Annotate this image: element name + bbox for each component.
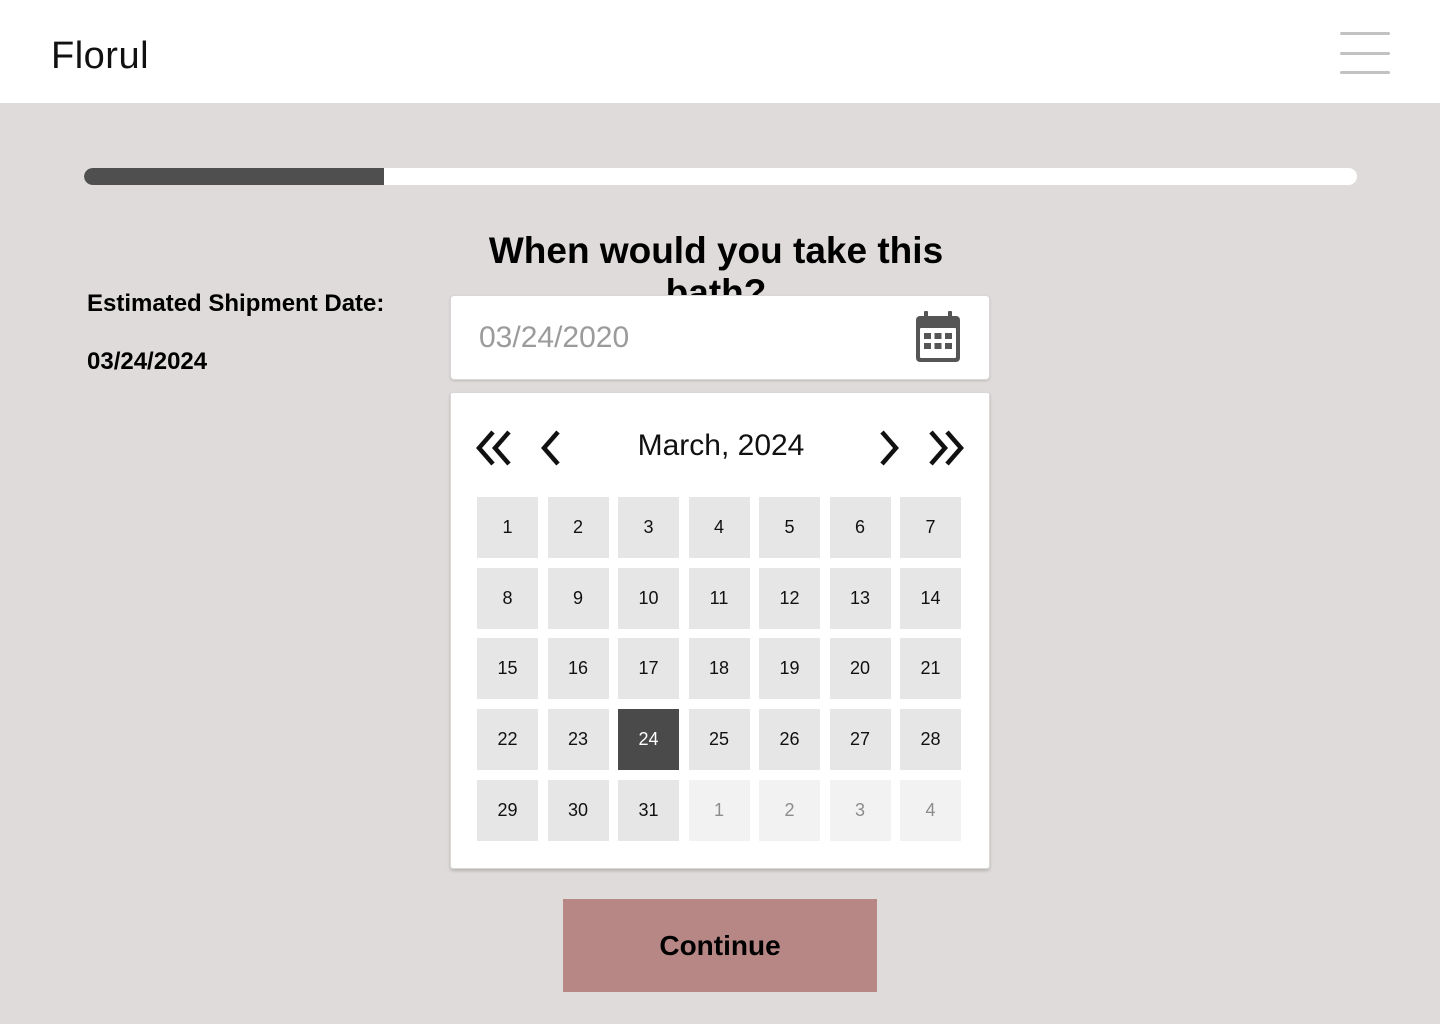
calendar-day[interactable]: 14 [900, 567, 961, 629]
chevron-right-icon[interactable] [865, 428, 909, 468]
calendar-day-selected[interactable]: 24 [618, 709, 679, 771]
calendar-day[interactable]: 9 [547, 567, 609, 629]
calendar-day[interactable]: 28 [900, 709, 961, 771]
chevron-left-icon[interactable] [531, 428, 575, 468]
date-input[interactable] [479, 316, 899, 360]
calendar-day[interactable]: 26 [759, 709, 820, 771]
continue-button[interactable]: Continue [563, 899, 877, 992]
menu-line [1340, 32, 1390, 35]
date-picker-field [450, 295, 990, 380]
calendar-day[interactable]: 20 [829, 638, 891, 700]
calendar-day-next-month[interactable]: 3 [829, 779, 891, 841]
calendar-day[interactable]: 4 [688, 497, 750, 558]
top-bar: Florul [0, 0, 1440, 103]
calendar-day-next-month[interactable]: 2 [759, 779, 820, 841]
calendar-month-label: March, 2024 [637, 429, 805, 462]
shipment-date-label: Estimated Shipment Date: [87, 290, 385, 317]
calendar-day[interactable]: 16 [547, 638, 609, 700]
calendar-day[interactable]: 29 [477, 779, 538, 841]
hamburger-menu-icon[interactable] [1340, 32, 1392, 74]
calendar-day[interactable]: 19 [759, 638, 820, 700]
calendar-popup: March, 2024 1 2 3 4 5 6 7 8 9 10 11 12 13 14 15 16 17 18 1… [450, 392, 990, 869]
calendar-day[interactable]: 22 [477, 709, 538, 771]
calendar-day-grid: 1 2 3 4 5 6 7 8 9 10 11 12 13 14 15 16 17 18 19 20 21 22 23 24 2… [477, 497, 961, 841]
calendar-day[interactable]: 11 [688, 567, 750, 629]
calendar-day[interactable]: 15 [477, 638, 538, 700]
calendar-day[interactable]: 23 [547, 709, 609, 771]
calendar-icon[interactable] [915, 311, 961, 363]
calendar-day[interactable]: 3 [618, 497, 679, 558]
calendar-day[interactable]: 30 [547, 779, 609, 841]
calendar-day[interactable]: 18 [688, 638, 750, 700]
shipment-date-value: 03/24/2024 [87, 348, 208, 375]
calendar-day[interactable]: 10 [618, 567, 679, 629]
calendar-day[interactable]: 6 [829, 497, 891, 558]
progress-fill [84, 168, 385, 185]
menu-line [1340, 51, 1390, 55]
double-chevron-right-icon[interactable] [923, 428, 967, 468]
calendar-day[interactable]: 17 [618, 638, 679, 700]
calendar-day[interactable]: 13 [829, 567, 891, 629]
calendar-day[interactable]: 21 [900, 638, 961, 700]
brand-logo[interactable]: Florul [51, 35, 149, 78]
menu-line [1340, 71, 1390, 74]
calendar-day[interactable]: 8 [477, 567, 538, 629]
calendar-day[interactable]: 25 [688, 709, 750, 771]
calendar-day[interactable]: 7 [900, 497, 961, 558]
calendar-day[interactable]: 1 [477, 497, 538, 558]
calendar-day[interactable]: 31 [618, 779, 679, 841]
calendar-day-next-month[interactable]: 1 [688, 779, 750, 841]
calendar-day[interactable]: 5 [759, 497, 820, 558]
double-chevron-left-icon[interactable] [473, 428, 517, 468]
calendar-day[interactable]: 12 [759, 567, 820, 629]
calendar-day-next-month[interactable]: 4 [900, 779, 961, 841]
calendar-day[interactable]: 2 [547, 497, 609, 558]
calendar-day[interactable]: 27 [829, 709, 891, 771]
progress-bar [84, 168, 1357, 185]
